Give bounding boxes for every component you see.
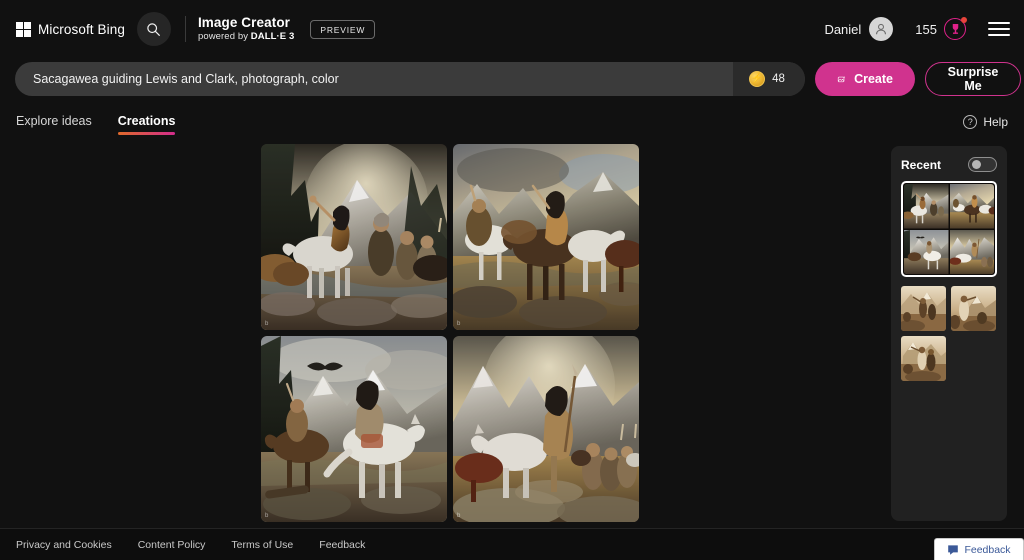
result-tile[interactable]: b [261,144,447,330]
microsoft-logo-icon [16,21,31,37]
thumbnail-image [949,184,994,229]
feedback-widget-label: Feedback [964,543,1011,556]
surprise-me-button[interactable]: Surprise Me [925,62,1021,96]
notification-dot [961,17,967,23]
user-name-label: Daniel [824,21,862,37]
header-divider [184,16,186,42]
creations-grid: b b b b [261,144,639,522]
avatar [869,17,894,41]
tile-watermark: b [457,513,461,519]
prompt-field: ⚡ 48 [15,62,805,96]
app-title: Image Creator [197,14,291,30]
generated-image [261,144,447,330]
generated-image [261,336,447,522]
quad-cell [949,229,994,274]
toggle-knob [971,160,981,169]
generated-image [453,144,639,330]
search-icon[interactable] [136,12,171,46]
app-identity: Image Creator powered by DALL·E 3 [198,15,294,44]
tile-watermark: b [265,513,269,519]
recent-header: Recent [901,157,997,172]
feedback-widget-button[interactable]: Feedback [934,538,1024,560]
quad-cell [904,229,949,274]
thumbnail-image [951,286,996,331]
recent-thumbnail-row [901,336,997,381]
image-creator-app: Microsoft Bing Image Creator powered by … [0,0,1024,560]
recent-thumbnail[interactable] [951,286,996,331]
help-label: Help [983,115,1008,129]
hamburger-menu-icon[interactable] [988,21,1010,37]
prompt-input[interactable] [15,62,733,96]
create-image-icon [837,75,846,82]
tab-bar: Explore ideas Creations ? Help [0,108,1024,140]
recent-title: Recent [901,157,942,172]
bing-brand-link[interactable]: Microsoft Bing [16,21,125,37]
app-header: Microsoft Bing Image Creator powered by … [0,0,1024,58]
recent-panel: Recent [891,146,1007,521]
feedback-flag-icon [948,544,959,555]
recent-thumbnail-row [901,286,997,331]
thumbnail-image [904,184,949,229]
quad-cell [949,184,994,229]
boost-counter[interactable]: ⚡ 48 [733,62,805,96]
help-button[interactable]: ? Help [963,115,1008,133]
footer-link-content-policy[interactable]: Content Policy [138,539,206,551]
thumbnail-image [901,286,946,331]
create-button-label: Create [854,72,893,86]
question-circle-icon: ? [963,115,978,129]
result-tile[interactable]: b [453,144,639,330]
recent-thumbnail[interactable] [901,286,946,331]
tab-creations[interactable]: Creations [117,114,175,135]
generated-image [453,336,639,522]
tab-explore-ideas[interactable]: Explore ideas [16,114,92,135]
recent-toggle[interactable] [968,157,997,172]
rewards-trophy-icon [944,17,967,40]
boost-coin-icon: ⚡ [749,71,766,87]
quad-cell [904,184,949,229]
footer: Privacy and Cookies Content Policy Terms… [0,528,1024,560]
brand-label: Microsoft Bing [38,21,125,37]
thumbnail-image [949,229,994,274]
header-actions: Daniel 155 [824,17,1024,41]
tile-watermark: b [265,321,269,327]
create-button[interactable]: Create [815,62,915,96]
footer-link-feedback[interactable]: Feedback [319,539,365,551]
result-tile[interactable]: b [261,336,447,522]
recent-thumbnail[interactable] [901,336,946,381]
result-tile[interactable]: b [453,336,639,522]
recent-quad-preview [904,184,994,274]
prompt-bar: ⚡ 48 Create Surprise Me [0,60,1024,98]
thumbnail-image [901,336,946,381]
footer-link-terms[interactable]: Terms of Use [231,539,293,551]
recent-selected-item[interactable] [901,181,997,277]
thumbnail-image [904,229,949,274]
app-subtitle-model: DALL·E 3 [250,31,295,43]
app-subtitle: powered by DALL·E 3 [198,31,294,43]
rewards-count: 155 [915,21,937,37]
footer-link-privacy[interactable]: Privacy and Cookies [16,539,112,551]
tile-watermark: b [457,321,461,327]
app-subtitle-prefix: powered by [197,31,251,43]
boost-count-label: 48 [772,73,785,85]
recent-thumbnail-empty-slot [951,336,996,381]
rewards-button[interactable]: 155 [915,17,967,40]
preview-badge[interactable]: PREVIEW [310,19,376,39]
user-account-button[interactable]: Daniel [824,17,894,41]
